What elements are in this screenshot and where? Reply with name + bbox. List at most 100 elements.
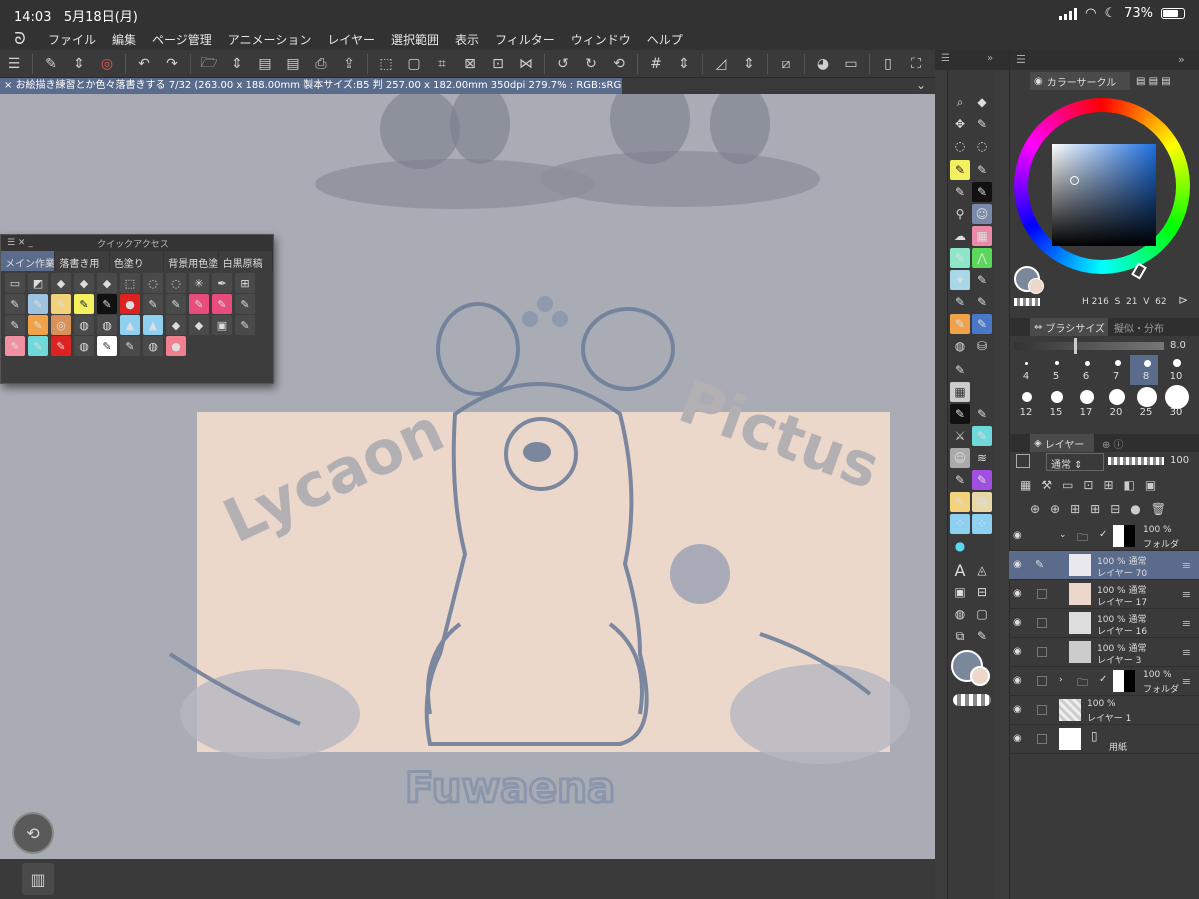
visibility-eye-icon[interactable]: ◉ bbox=[1013, 559, 1027, 571]
blend-mode-select[interactable]: 通常 ⇕ bbox=[1046, 453, 1104, 471]
lasso-icon[interactable]: ◌ bbox=[950, 136, 970, 156]
eyedropper-icon[interactable]: ✎ bbox=[972, 114, 992, 134]
scatter-icon[interactable]: ✦ bbox=[950, 270, 970, 290]
layer-check[interactable] bbox=[1037, 647, 1047, 657]
tab-bw-manuscript[interactable]: 白黒原稿 bbox=[219, 251, 274, 271]
layer-check[interactable] bbox=[1037, 734, 1047, 744]
sub-color-swatch[interactable] bbox=[1028, 278, 1044, 294]
play-icon[interactable]: ⊳ bbox=[1178, 293, 1188, 307]
marker-icon[interactable]: ✎ bbox=[950, 160, 970, 180]
avatar-brush-icon[interactable]: ☺ bbox=[972, 204, 992, 224]
text-tool-icon[interactable]: A bbox=[950, 560, 970, 580]
brush-preset-dot[interactable] bbox=[1055, 361, 1059, 365]
gradient-icon[interactable]: ▣ bbox=[212, 315, 232, 335]
chevron-down-icon[interactable]: ⌄ bbox=[1059, 530, 1067, 540]
color-picker-handle[interactable] bbox=[1070, 176, 1079, 185]
crop-icon[interactable]: ⌗ bbox=[431, 53, 453, 75]
brush-preset-dot[interactable] bbox=[1025, 362, 1028, 365]
check-icon[interactable]: ✓ bbox=[1099, 529, 1107, 540]
pen-icon[interactable]: ✎ bbox=[120, 336, 140, 356]
opacity-slider[interactable] bbox=[1108, 457, 1164, 465]
visibility-eye-icon[interactable]: ◉ bbox=[1013, 675, 1027, 687]
blend-icon[interactable]: ◍ bbox=[950, 604, 970, 624]
ink-pen-icon[interactable]: ✎ bbox=[97, 294, 117, 314]
grass-icon[interactable]: ⋀ bbox=[972, 248, 992, 268]
eraser-icon[interactable]: ◆ bbox=[74, 273, 94, 293]
check-icon[interactable]: ✓ bbox=[1099, 674, 1107, 685]
spiral-icon[interactable]: ◎ bbox=[96, 53, 118, 75]
cream-icon[interactable]: ▲ bbox=[120, 315, 140, 335]
layer-menu-icon[interactable]: ≡ bbox=[1182, 588, 1191, 601]
cyan-pen-icon[interactable]: ✎ bbox=[28, 336, 48, 356]
magic-wand-icon[interactable]: ✳ bbox=[189, 273, 209, 293]
cloud-icon[interactable]: ☁ bbox=[950, 226, 970, 246]
blue-brush-icon[interactable]: ✎ bbox=[972, 314, 992, 334]
pen-icon[interactable]: ✎ bbox=[972, 404, 992, 424]
menu-filter[interactable]: フィルター bbox=[487, 31, 563, 48]
cyan-pen-icon[interactable]: ✎ bbox=[972, 426, 992, 446]
tab-brush-size[interactable]: ブラシサイズ bbox=[1045, 320, 1105, 335]
pen-icon[interactable]: ✎ bbox=[235, 315, 255, 335]
rotate-canvas-icon[interactable]: ⟲ bbox=[12, 812, 54, 854]
brush-preset-dot[interactable] bbox=[1051, 391, 1063, 403]
white-pen-icon[interactable]: ✎ bbox=[97, 336, 117, 356]
eyedropper-icon[interactable]: ✎ bbox=[5, 294, 25, 314]
layer-row-folder-2[interactable]: ◉ › 🗀 ✓ 100 % フォルダ ≡ bbox=[1009, 667, 1199, 696]
layer-row-paper[interactable]: ◉ ▯ 用紙 bbox=[1009, 725, 1199, 754]
pen-icon[interactable]: ✎ bbox=[950, 292, 970, 312]
bucket-icon[interactable]: ⛁ bbox=[972, 336, 992, 356]
pen-icon[interactable]: ✎ bbox=[950, 360, 970, 380]
layer-check[interactable] bbox=[1037, 705, 1047, 715]
pencil-icon[interactable]: ✎ bbox=[950, 492, 970, 512]
blend-icon[interactable]: ◍ bbox=[74, 336, 94, 356]
chevron-right-icon[interactable]: › bbox=[1059, 675, 1063, 685]
layer-menu-icon[interactable]: ≡ bbox=[1182, 617, 1191, 630]
open-folder-icon[interactable]: 🗁 bbox=[198, 53, 220, 75]
layer-other-tabs[interactable]: ⊕ ⓘ bbox=[1098, 434, 1158, 452]
layer-menu-icon[interactable]: ≡ bbox=[1182, 559, 1191, 572]
tab-color-circle[interactable]: カラーサークル bbox=[1047, 74, 1117, 89]
brush-preset-dot[interactable] bbox=[1085, 361, 1090, 366]
gradient-icon[interactable]: ◆ bbox=[166, 315, 186, 335]
brush-size-value[interactable]: 8.0 bbox=[1170, 340, 1186, 351]
layer-menu-icon[interactable]: ≡ bbox=[1182, 675, 1191, 688]
blade-icon[interactable]: ⚔ bbox=[950, 426, 970, 446]
transparent-swatch[interactable] bbox=[953, 694, 991, 706]
layer-row-1[interactable]: ◉ 100 % レイヤー 1 bbox=[1009, 696, 1199, 725]
rect-select-icon[interactable]: ⬚ bbox=[120, 273, 140, 293]
visibility-eye-icon[interactable]: ◉ bbox=[1013, 530, 1027, 542]
opacity-value[interactable]: 100 bbox=[1170, 455, 1189, 466]
purple-pen-icon[interactable]: ✎ bbox=[972, 470, 992, 490]
pencil-icon[interactable]: ✎ bbox=[950, 314, 970, 334]
brush-preset-dot[interactable] bbox=[1115, 360, 1121, 366]
reset-view-icon[interactable]: ⟲ bbox=[608, 53, 630, 75]
visibility-eye-icon[interactable]: ◉ bbox=[1013, 588, 1027, 600]
new-icon[interactable]: ▭ bbox=[5, 273, 25, 293]
layer-row-70[interactable]: ◉ ✎ 100 % 通常 レイヤー 70 ≡ bbox=[1009, 551, 1199, 580]
fit-icon[interactable]: ⛶ bbox=[905, 53, 927, 75]
brush-size-slider-handle[interactable] bbox=[1074, 338, 1077, 354]
layer-tool-row-2[interactable]: ⊕⊕⊞⊞⊟●🗑 bbox=[1030, 502, 1176, 516]
transform-icon[interactable]: ⊠ bbox=[459, 53, 481, 75]
ink-pen-icon[interactable]: ✎ bbox=[950, 404, 970, 424]
cream-icon[interactable]: ▲ bbox=[143, 315, 163, 335]
saturation-value-square[interactable] bbox=[1052, 144, 1156, 246]
menu-page[interactable]: ページ管理 bbox=[144, 31, 220, 48]
ink-pen-icon[interactable]: ✎ bbox=[972, 182, 992, 202]
wave-icon[interactable]: ≋ bbox=[972, 448, 992, 468]
rotate-right-icon[interactable]: ↻ bbox=[580, 53, 602, 75]
updown-icon[interactable]: ⇕ bbox=[673, 53, 695, 75]
edit-icon[interactable]: ✎ bbox=[40, 53, 62, 75]
brush-preset-dot[interactable] bbox=[1080, 390, 1094, 404]
lasso-icon[interactable]: ◌ bbox=[143, 273, 163, 293]
pen-icon[interactable]: ✎ bbox=[950, 248, 970, 268]
snap-icon[interactable]: ⧄ bbox=[775, 53, 797, 75]
layer-tool-row-1[interactable]: ▦⚒▭⊡⊞◧▣ bbox=[1020, 478, 1166, 492]
transparent-swatch[interactable] bbox=[1014, 298, 1040, 306]
lasso-icon[interactable]: ◌ bbox=[166, 273, 186, 293]
grid-icon[interactable]: # bbox=[645, 53, 667, 75]
document-tab[interactable]: × お絵描き練習とか色々落書きする 7/32 (263.00 x 188.00m… bbox=[0, 78, 622, 94]
visibility-eye-icon[interactable]: ◉ bbox=[1013, 646, 1027, 658]
water-icon[interactable]: ◍ bbox=[950, 336, 970, 356]
panel-menu-icon[interactable]: ☰ ✕ _ bbox=[7, 238, 33, 248]
